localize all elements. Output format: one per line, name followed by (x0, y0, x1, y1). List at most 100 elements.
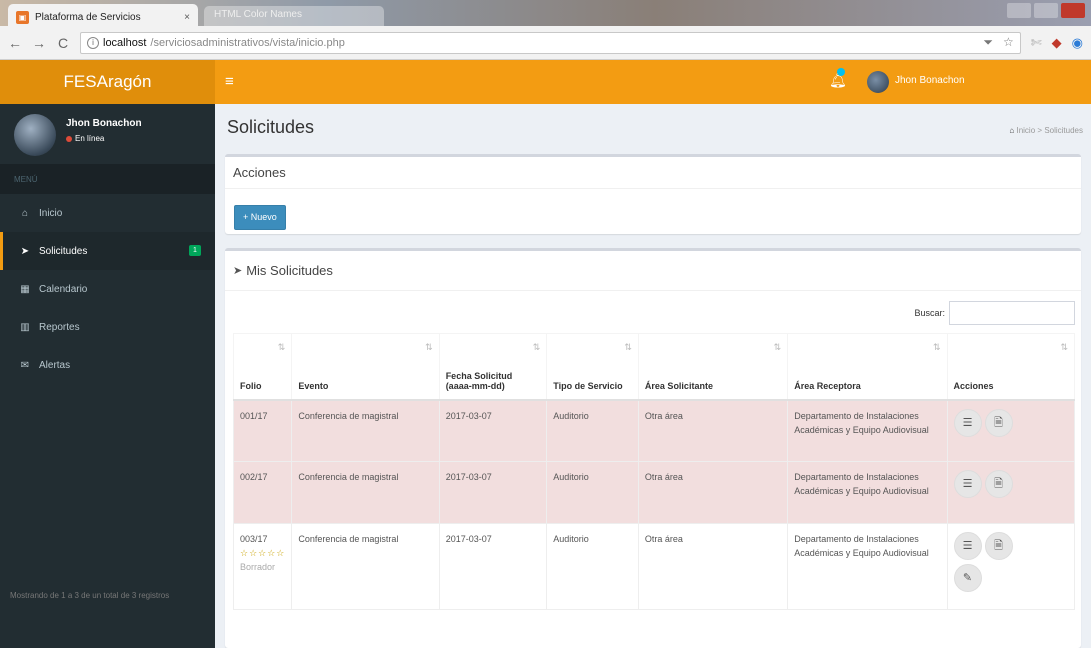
breadcrumb-home[interactable]: Inicio (1016, 126, 1035, 135)
sidebar-item-calendario[interactable]: ▦ Calendario (0, 270, 215, 308)
cell-folio: 001/17 (232, 399, 293, 462)
sidebar-item-solicitudes[interactable]: ➤ Solicitudes 1 (0, 232, 215, 270)
forward-button[interactable]: → (32, 35, 46, 51)
home-icon: ⌂ (21, 207, 29, 219)
new-request-button[interactable]: + Nuevo (234, 205, 286, 230)
header-user-name[interactable]: Jhon Bonachon (895, 75, 965, 86)
cell-evento: Conferencia de magistral (291, 523, 440, 610)
user-status-text: En línea (75, 134, 105, 143)
browser-tab-active[interactable]: ▣ Plataforma de Servicios × (8, 4, 198, 26)
rating-stars-icon[interactable]: ☆☆☆☆☆ (240, 546, 285, 560)
tab-close-icon[interactable]: × (184, 12, 190, 23)
column-header-acciones[interactable]: ⇅ Acciones (946, 333, 1076, 401)
view-details-button[interactable]: ☰ (953, 532, 982, 560)
sort-icon: ⇅ (932, 342, 941, 352)
extension-diamond-icon[interactable]: ◆ (1052, 35, 1062, 51)
column-header-evento[interactable]: ⇅ Evento (291, 333, 440, 401)
search-row: Buscar: (914, 301, 1075, 325)
status-dot-icon (66, 135, 72, 142)
user-status: En línea (66, 134, 104, 143)
paper-plane-icon: ➤ (20, 245, 30, 257)
sidebar-item-inicio[interactable]: ⌂ Inicio (0, 194, 215, 232)
tab-title: HTML Color Names (214, 9, 302, 20)
cell-evento: Conferencia de magistral (291, 399, 440, 462)
address-path: /serviciosadministrativos/vista/inicio.p… (150, 36, 345, 49)
calendar-icon: ▦ (20, 283, 30, 295)
address-bar[interactable]: i localhost/serviciosadministrativos/vis… (80, 31, 1021, 54)
cell-fecha: 2017-03-07 (438, 399, 548, 462)
document-button[interactable]: 🗎 (984, 408, 1013, 437)
paper-plane-icon: ➤ (233, 265, 243, 277)
avatar (14, 114, 56, 156)
column-header-fecha[interactable]: ⇅ Fecha Solicitud (aaaa-mm-dd) (438, 333, 548, 401)
envelope-icon: ✉ (20, 359, 30, 371)
requests-box-title: ➤ Mis Solicitudes (225, 251, 1081, 291)
table-row[interactable]: 001/17 Conferencia de magistral 2017-03-… (232, 399, 1076, 462)
table-info-text: Mostrando de 1 a 3 de un total de 3 regi… (10, 591, 170, 600)
app-logo[interactable]: FESAragón (0, 60, 215, 104)
notification-badge (837, 68, 845, 76)
cell-area-solicitante: Otra área (637, 399, 789, 462)
table-row[interactable]: 003/17 ☆☆☆☆☆ Borrador Conferencia de mag… (232, 523, 1076, 610)
breadcrumb: ⌂ Inicio > Solicitudes (1009, 126, 1083, 135)
sidebar-item-alertas[interactable]: ✉ Alertas (0, 346, 215, 384)
sidebar-item-reportes[interactable]: ▥ Reportes (0, 308, 215, 346)
edit-button[interactable]: ✎ (953, 564, 982, 592)
cell-acciones: ☰ 🗎 ✎ (946, 523, 1076, 610)
search-input[interactable] (949, 301, 1075, 325)
maximize-button[interactable] (1034, 3, 1058, 18)
cell-evento: Conferencia de magistral (291, 461, 440, 524)
sort-icon: ⇅ (773, 342, 782, 352)
browser-toolbar: ← → C i localhost/serviciosadministrativ… (0, 26, 1091, 60)
document-icon: 🗎 (994, 540, 1003, 552)
cell-area-receptora: Departamento de Instalaciones Académicas… (787, 523, 948, 610)
browser-tabstrip: ▣ Plataforma de Servicios × HTML Color N… (0, 0, 1091, 26)
menu-toggle-icon[interactable]: ≡ (225, 73, 234, 90)
sort-icon: ⇅ (624, 342, 632, 352)
main-content: Solicitudes ⌂ Inicio > Solicitudes Accio… (215, 104, 1091, 648)
cell-area-solicitante: Otra área (637, 523, 789, 610)
column-header-area-receptora[interactable]: ⇅ Área Receptora (787, 333, 948, 401)
cell-fecha: 2017-03-07 (438, 523, 548, 610)
cell-area-receptora: Departamento de Instalaciones Académicas… (787, 399, 948, 462)
column-header-tipo[interactable]: ⇅ Tipo de Servicio (546, 333, 639, 401)
view-details-button[interactable]: ☰ (953, 408, 982, 437)
breadcrumb-current: Solicitudes (1044, 126, 1083, 135)
minimize-button[interactable] (1007, 3, 1031, 18)
reload-button[interactable]: C (56, 35, 70, 51)
bar-chart-icon: ▥ (20, 321, 30, 333)
extension-circle-icon[interactable]: ◉ (1072, 35, 1083, 51)
view-details-button[interactable]: ☰ (953, 470, 982, 498)
extension-icon[interactable]: ✄ (1031, 35, 1042, 51)
table-row[interactable]: 002/17 Conferencia de magistral 2017-03-… (232, 461, 1076, 524)
header-avatar[interactable] (867, 71, 889, 93)
actions-box: Acciones + Nuevo (225, 154, 1081, 234)
column-header-area-solicitante[interactable]: ⇅ Área Solicitante (637, 333, 789, 401)
back-button[interactable]: ← (8, 35, 22, 51)
breadcrumb-separator: > (1037, 126, 1043, 135)
close-window-button[interactable] (1061, 3, 1085, 18)
sidebar-user-name: Jhon Bonachon (66, 118, 142, 129)
bookmark-star-icon[interactable]: ☆ (1003, 35, 1014, 50)
breadcrumb-home-icon[interactable]: ⌂ (1009, 126, 1014, 135)
column-header-folio[interactable]: ⇅ Folio (232, 333, 293, 401)
menu-header: MENÚ (0, 164, 215, 194)
filter-icon[interactable]: ⏷ (983, 35, 993, 50)
browser-tab-inactive[interactable]: HTML Color Names (204, 6, 384, 26)
address-host: localhost (103, 36, 147, 49)
cell-area-solicitante: Otra área (637, 461, 789, 524)
status-badge: 1 (189, 245, 201, 256)
document-button[interactable]: 🗎 (984, 532, 1013, 560)
page-title: Solicitudes (227, 117, 315, 137)
sidebar-item-label: Reportes (39, 321, 80, 333)
cell-acciones: ☰ 🗎 (946, 399, 1076, 462)
cell-fecha: 2017-03-07 (438, 461, 548, 524)
search-label: Buscar: (914, 308, 945, 318)
sidebar-item-label: Alertas (39, 359, 71, 371)
list-icon: ☰ (962, 416, 973, 429)
cell-tipo: Auditorio (546, 461, 639, 524)
info-icon[interactable]: i (87, 36, 99, 49)
document-button[interactable]: 🗎 (984, 470, 1013, 498)
sidebar: Jhon Bonachon En línea MENÚ ⌂ Inicio ➤ S… (0, 104, 215, 648)
list-icon: ☰ (962, 478, 973, 490)
